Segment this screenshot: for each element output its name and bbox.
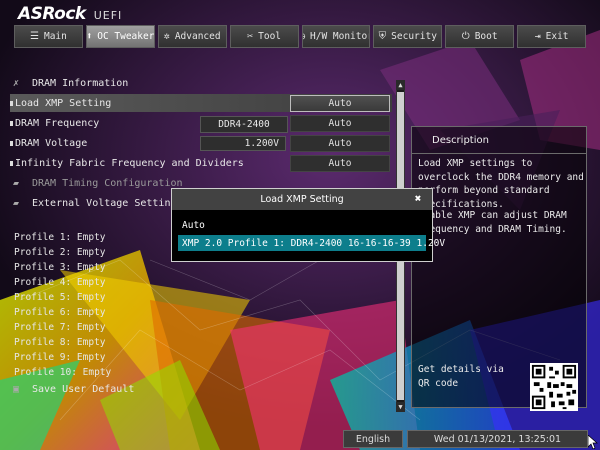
- load-xmp-popup: Load XMP Setting ✖ Auto XMP 2.0 Profile …: [171, 188, 445, 262]
- tab-label: OC Tweaker: [97, 31, 155, 42]
- row-marker: [10, 161, 13, 166]
- profile-item[interactable]: Profile 10: Empty: [14, 367, 111, 378]
- load-xmp-setting-row[interactable]: Load XMP Setting Auto: [10, 94, 392, 112]
- profile-item[interactable]: Profile 7: Empty: [14, 322, 106, 333]
- oc-icon: ⬆: [86, 31, 93, 42]
- profile-item[interactable]: Profile 3: Empty: [14, 262, 106, 273]
- mouse-cursor-icon: [588, 435, 598, 449]
- profile-item[interactable]: Profile 8: Empty: [14, 337, 106, 348]
- tab-security[interactable]: ⛨ Security: [373, 25, 443, 48]
- tab-tool[interactable]: ✂ Tool: [229, 25, 299, 48]
- tab-label: Tool: [258, 31, 282, 42]
- profile-item[interactable]: Profile 9: Empty: [14, 352, 106, 363]
- qr-caption: Get details via QR code: [418, 364, 504, 389]
- setting-label: Save User Default: [32, 383, 135, 395]
- tab-label: Security: [391, 31, 437, 42]
- folder-icon: ▰: [13, 197, 20, 209]
- tab-label: H/W Monitor: [310, 31, 371, 42]
- folder-icon: ▰: [13, 177, 20, 189]
- load-xmp-option[interactable]: Auto: [290, 95, 390, 112]
- menu-icon: ☰: [30, 31, 39, 42]
- popup-option-xmp-profile[interactable]: XMP 2.0 Profile 1: DDR4-2400 16-16-16-39…: [178, 235, 445, 251]
- infinity-fabric-option[interactable]: Auto: [290, 155, 390, 172]
- dram-frequency-option[interactable]: Auto: [290, 115, 390, 132]
- setting-label: DRAM Information: [32, 77, 129, 89]
- scroll-up-icon[interactable]: ▲: [396, 80, 405, 90]
- row-marker: [10, 141, 13, 146]
- tab-hw-monitor[interactable]: ◷ H/W Monitor: [301, 25, 371, 48]
- setting-label: DRAM Timing Configuration: [32, 177, 183, 189]
- profile-item[interactable]: Profile 4: Empty: [14, 277, 106, 288]
- uefi-label: UEFI: [93, 9, 123, 22]
- tools-icon: ✂: [247, 31, 254, 42]
- profile-item[interactable]: Profile 1: Empty: [14, 232, 106, 243]
- main-tabs: ☰ Main ⬆ OC Tweaker ✲ Advanced ✂ Tool ◷ H/W M…: [14, 25, 586, 48]
- dram-voltage-option[interactable]: Auto: [290, 135, 390, 152]
- infinity-fabric-row[interactable]: Infinity Fabric Frequency and Dividers A…: [10, 154, 392, 172]
- save-icon: ▣: [13, 383, 20, 395]
- dram-frequency-row[interactable]: DRAM Frequency DDR4-2400 Auto: [10, 114, 392, 133]
- setting-label: DRAM Voltage: [15, 137, 88, 149]
- gauge-icon: ◷: [302, 31, 305, 42]
- setting-label: Infinity Fabric Frequency and Dividers: [15, 157, 244, 169]
- row-marker: [10, 121, 13, 126]
- language-button[interactable]: English: [343, 430, 403, 448]
- tab-label: Boot: [474, 31, 498, 42]
- wrench-icon: ✗: [13, 77, 20, 89]
- profile-item[interactable]: Profile 6: Empty: [14, 307, 106, 318]
- tab-advanced[interactable]: ✲ Advanced: [157, 25, 227, 48]
- asrock-logo: ASRock: [18, 4, 86, 24]
- tab-label: Advanced: [174, 31, 221, 42]
- description-panel: Description Load XMP settings to overclo…: [411, 126, 587, 411]
- setting-label: Load XMP Setting: [15, 97, 112, 109]
- dram-frequency-value: DDR4-2400: [200, 116, 288, 133]
- tab-label: Exit: [545, 31, 569, 42]
- scroll-down-icon[interactable]: ▼: [396, 402, 405, 412]
- exit-icon: ⇥: [534, 31, 541, 42]
- power-icon: ⏻: [461, 31, 470, 42]
- profile-item[interactable]: Profile 2: Empty: [14, 247, 106, 258]
- tab-oc-tweaker[interactable]: ⬆ OC Tweaker: [85, 25, 155, 48]
- close-icon[interactable]: ✖: [412, 193, 424, 205]
- shield-icon: ⛨: [378, 31, 387, 42]
- tab-main[interactable]: ☰ Main: [14, 25, 83, 48]
- description-title: Description: [412, 127, 586, 154]
- popup-title: Load XMP Setting: [172, 189, 432, 210]
- description-text: Load XMP settings to overclock the DDR4 …: [418, 158, 584, 210]
- star-icon: ✲: [163, 31, 170, 42]
- tab-exit[interactable]: ⇥ Exit: [517, 25, 586, 48]
- popup-option-auto[interactable]: Auto: [178, 217, 398, 233]
- dram-information-row[interactable]: ✗ DRAM Information: [10, 74, 392, 92]
- description-text-2: Enable XMP can adjust DRAM frequency and…: [418, 210, 567, 235]
- tab-label: Main: [43, 31, 67, 42]
- tab-boot[interactable]: ⏻ Boot: [445, 25, 515, 48]
- datetime-display: Wed 01/13/2021, 13:25:01: [407, 430, 588, 448]
- row-marker: [10, 101, 13, 106]
- dram-voltage-row[interactable]: DRAM Voltage 1.200V Auto: [10, 134, 392, 152]
- qr-code-icon[interactable]: [530, 363, 578, 411]
- dram-voltage-value: 1.200V: [200, 136, 286, 151]
- profile-item[interactable]: Profile 5: Empty: [14, 292, 106, 303]
- brand-header: ASRock UEFI: [18, 4, 122, 24]
- setting-label: DRAM Frequency: [15, 117, 100, 129]
- save-user-default-row[interactable]: ▣ Save User Default: [10, 380, 392, 398]
